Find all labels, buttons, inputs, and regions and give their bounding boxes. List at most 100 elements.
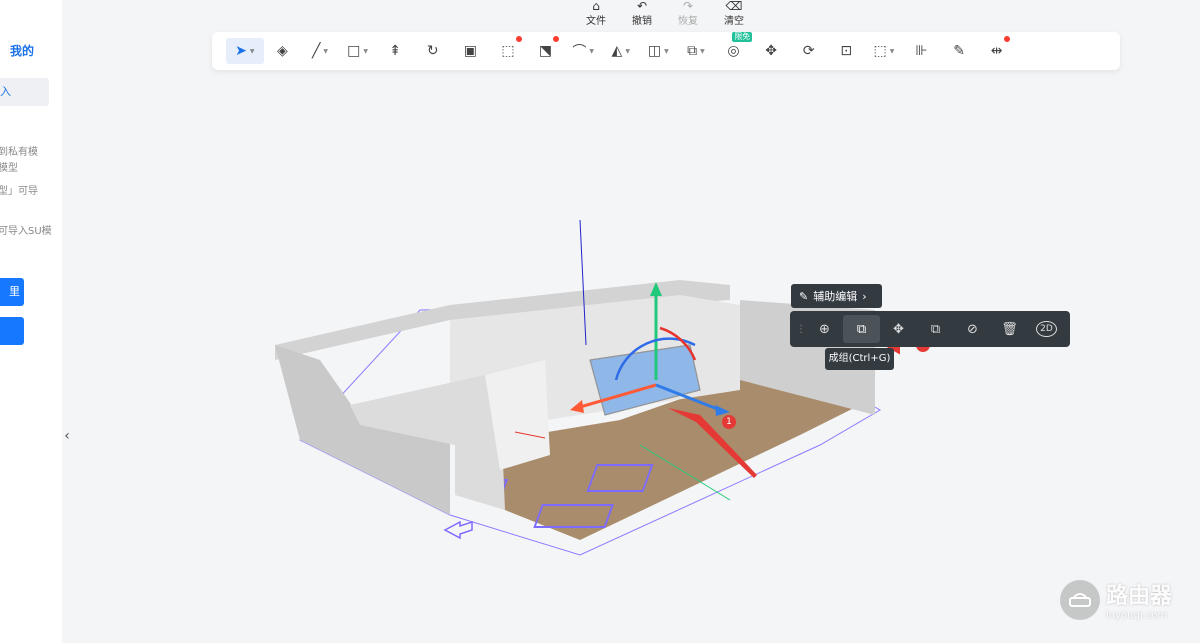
- panel-primary-button[interactable]: 里: [0, 278, 24, 306]
- push-pull-tool[interactable]: ⇞: [376, 38, 414, 64]
- chevron-down-icon: ▼: [700, 47, 705, 55]
- mirror-tool[interactable]: ◭ ▼: [602, 38, 640, 64]
- panel-desc-line: 到私有模: [0, 147, 38, 158]
- rotate-icon: ↻: [426, 43, 439, 59]
- select-box-icon: ⬚: [873, 43, 887, 59]
- pivot-button[interactable]: ⊕: [806, 315, 843, 343]
- group-tooltip: 成组(Ctrl+G): [825, 348, 894, 370]
- chevron-down-icon: ▼: [589, 47, 594, 55]
- select-tool[interactable]: ➤ ▼: [226, 38, 264, 64]
- drag-handle-icon[interactable]: ⋮: [796, 324, 806, 335]
- clear-label: 清空: [724, 16, 744, 27]
- offset-icon: ▣: [463, 43, 477, 59]
- redo-button[interactable]: ↷ 恢复: [672, 0, 704, 27]
- curve-tool[interactable]: ⌒ ▼: [564, 38, 602, 64]
- eraser-icon: ⌫: [725, 0, 743, 13]
- offset-tool[interactable]: ▣: [452, 38, 490, 64]
- move-tool[interactable]: ✥: [752, 38, 790, 64]
- main-toolbar: ➤ ▼ ◈ ╱ ▼ □ ▼ ⇞ ↻ ▣ ⬚ ⬔ ⌒ ▼ ◭ ▼ ◫ ▼ ⧉ ▼ ◎ 限免 ✥ ⟳…: [212, 32, 1120, 70]
- redo-icon: ↷: [682, 0, 694, 13]
- trash-icon: 🗑: [1001, 321, 1018, 337]
- copy-button[interactable]: ⧉: [917, 315, 954, 343]
- move-icon: ✥: [765, 43, 777, 59]
- tag-icon: ⬔: [538, 43, 553, 59]
- notification-dot: [515, 36, 522, 42]
- rectangle-icon: □: [347, 43, 361, 59]
- align-icon: ◫: [647, 43, 662, 59]
- box-tool[interactable]: ⬚: [489, 36, 527, 64]
- home-icon: ⌂: [592, 0, 600, 13]
- panel-secondary-button[interactable]: [0, 317, 24, 345]
- entrance-arrow-icon: [443, 520, 473, 540]
- import-tab[interactable]: 入: [0, 78, 49, 106]
- align-tool[interactable]: ◫ ▼: [640, 38, 678, 64]
- cutout-tool[interactable]: ◎ 限免: [715, 32, 753, 64]
- group-icon: ⧉: [687, 43, 698, 59]
- brush-tool[interactable]: ✎: [940, 38, 978, 64]
- notification-dot: [1004, 36, 1011, 42]
- hide-button[interactable]: ⊘: [954, 315, 991, 343]
- panel-desc-line: 模型: [0, 163, 18, 174]
- collapse-panel-button[interactable]: ‹: [62, 422, 72, 450]
- file-menu[interactable]: ⌂ 文件: [580, 0, 612, 27]
- panel-desc-line: 型」可导: [0, 186, 38, 197]
- group-tool[interactable]: ⧉ ▼: [677, 38, 715, 64]
- push-pull-icon: ⇞: [389, 43, 402, 59]
- array-tool[interactable]: ⇹: [978, 36, 1016, 64]
- paint-bucket-icon: ◈: [277, 43, 288, 59]
- undo-button[interactable]: ↶ 撤销: [626, 0, 658, 27]
- chevron-down-icon: ▼: [363, 47, 368, 55]
- watermark-title: 路由器: [1106, 584, 1173, 609]
- top-menu: ⌂ 文件 ↶ 撤销 ↷ 恢复 ⌫ 清空: [580, 0, 750, 27]
- scale-icon: ⊡: [840, 43, 853, 59]
- rectangle-tool[interactable]: □ ▼: [339, 38, 377, 64]
- rotate-view-icon: ⟳: [802, 43, 815, 59]
- select-box-tool[interactable]: ⬚ ▼: [865, 38, 903, 64]
- float-edit-toolbar: ⋮ ⊕ ⧉ ✥ ⧉ ⊘ 🗑 2D: [790, 311, 1070, 347]
- redo-label: 恢复: [678, 16, 698, 27]
- measure-tool[interactable]: ⊪: [903, 38, 941, 64]
- view-2d-button[interactable]: 2D: [1028, 315, 1065, 343]
- copy-icon: ⧉: [930, 321, 941, 337]
- eye-off-icon: ⊘: [967, 321, 978, 337]
- array-icon: ⇹: [990, 43, 1003, 59]
- move-button[interactable]: ✥: [880, 315, 917, 343]
- chevron-right-icon: ›: [862, 289, 867, 303]
- free-badge: 限免: [732, 32, 753, 42]
- rotate-view-tool[interactable]: ⟳: [790, 38, 828, 64]
- chevron-down-icon: ▼: [323, 47, 329, 55]
- file-label: 文件: [586, 16, 606, 27]
- clear-button[interactable]: ⌫ 清空: [718, 0, 750, 27]
- delete-button[interactable]: 🗑: [991, 315, 1028, 343]
- paint-tool[interactable]: ◈: [264, 38, 302, 64]
- aux-edit-label: 辅助编辑: [813, 290, 858, 303]
- panel-desc-line: 可导入SU模: [0, 226, 52, 237]
- annotation-badge-1: 1: [722, 415, 736, 429]
- undo-label: 撤销: [632, 16, 652, 27]
- curve-icon: ⌒: [572, 44, 587, 60]
- rotate-tool[interactable]: ↻: [414, 38, 452, 64]
- cursor-icon: ➤: [235, 43, 247, 59]
- aux-edit-button[interactable]: ✎ 辅助编辑 ›: [791, 284, 882, 308]
- box-icon: ⬚: [501, 43, 515, 59]
- tab-mine[interactable]: 我的: [10, 42, 34, 59]
- measure-icon: ⊪: [915, 43, 928, 59]
- brush-icon: ✎: [953, 43, 965, 59]
- 3d-viewport[interactable]: [260, 210, 900, 570]
- mirror-icon: ◭: [611, 43, 623, 59]
- chevron-down-icon: ▼: [625, 47, 630, 55]
- watermark: 路由器 luyouqi.com: [1060, 578, 1172, 621]
- group-button[interactable]: ⧉: [843, 315, 880, 343]
- cutout-icon: ◎: [727, 43, 740, 59]
- group-icon: ⧉: [856, 321, 867, 337]
- scale-tool[interactable]: ⊡: [828, 38, 866, 64]
- tag-tool[interactable]: ⬔: [527, 36, 565, 64]
- left-panel: 我的 入 到私有模 模型 型」可导 可导入SU模 里: [0, 0, 62, 643]
- line-tool[interactable]: ╱ ▼: [301, 38, 339, 64]
- chevron-down-icon: ▼: [249, 47, 255, 55]
- move-icon: ✥: [893, 321, 904, 337]
- chevron-down-icon: ▼: [664, 47, 669, 55]
- line-icon: ╱: [311, 43, 321, 59]
- undo-icon: ↶: [636, 0, 648, 13]
- watermark-subtitle: luyouqi.com: [1106, 610, 1168, 621]
